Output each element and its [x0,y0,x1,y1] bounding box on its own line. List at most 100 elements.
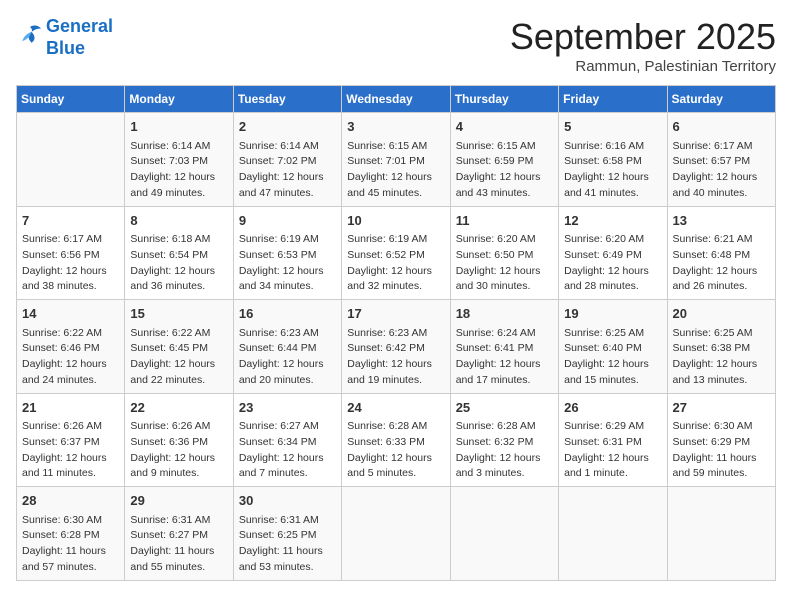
day-number: 10 [347,211,444,231]
title-area: September 2025 Rammun, Palestinian Terri… [510,16,776,75]
day-number: 22 [130,398,227,418]
month-title: September 2025 [510,16,776,58]
calendar-cell: 22Sunrise: 6:26 AM Sunset: 6:36 PM Dayli… [125,393,233,487]
day-info: Sunrise: 6:14 AM Sunset: 7:02 PM Dayligh… [239,139,336,202]
day-info: Sunrise: 6:16 AM Sunset: 6:58 PM Dayligh… [564,139,661,202]
calendar-cell: 1Sunrise: 6:14 AM Sunset: 7:03 PM Daylig… [125,113,233,207]
day-number: 21 [22,398,119,418]
day-number: 29 [130,491,227,511]
day-info: Sunrise: 6:22 AM Sunset: 6:46 PM Dayligh… [22,326,119,389]
day-info: Sunrise: 6:30 AM Sunset: 6:28 PM Dayligh… [22,513,119,576]
logo: General Blue [16,16,113,59]
calendar-cell: 29Sunrise: 6:31 AM Sunset: 6:27 PM Dayli… [125,487,233,581]
logo-text-line1: General [46,16,113,38]
column-header-friday: Friday [559,86,667,113]
calendar-table: SundayMondayTuesdayWednesdayThursdayFrid… [16,85,776,581]
calendar-cell: 9Sunrise: 6:19 AM Sunset: 6:53 PM Daylig… [233,206,341,300]
calendar-row-2: 14Sunrise: 6:22 AM Sunset: 6:46 PM Dayli… [17,300,776,394]
calendar-cell: 8Sunrise: 6:18 AM Sunset: 6:54 PM Daylig… [125,206,233,300]
calendar-cell: 6Sunrise: 6:17 AM Sunset: 6:57 PM Daylig… [667,113,775,207]
calendar-cell: 18Sunrise: 6:24 AM Sunset: 6:41 PM Dayli… [450,300,558,394]
calendar-cell: 16Sunrise: 6:23 AM Sunset: 6:44 PM Dayli… [233,300,341,394]
day-number: 19 [564,304,661,324]
day-number: 23 [239,398,336,418]
day-number: 15 [130,304,227,324]
day-info: Sunrise: 6:20 AM Sunset: 6:49 PM Dayligh… [564,232,661,295]
day-info: Sunrise: 6:27 AM Sunset: 6:34 PM Dayligh… [239,419,336,482]
calendar-cell: 23Sunrise: 6:27 AM Sunset: 6:34 PM Dayli… [233,393,341,487]
logo-text-line2: Blue [46,38,113,60]
calendar-cell: 7Sunrise: 6:17 AM Sunset: 6:56 PM Daylig… [17,206,125,300]
logo-bird-icon [16,21,44,49]
day-number: 5 [564,117,661,137]
day-number: 26 [564,398,661,418]
day-number: 1 [130,117,227,137]
day-info: Sunrise: 6:26 AM Sunset: 6:37 PM Dayligh… [22,419,119,482]
day-number: 9 [239,211,336,231]
day-number: 16 [239,304,336,324]
column-header-monday: Monday [125,86,233,113]
day-info: Sunrise: 6:20 AM Sunset: 6:50 PM Dayligh… [456,232,553,295]
day-info: Sunrise: 6:31 AM Sunset: 6:25 PM Dayligh… [239,513,336,576]
calendar-row-1: 7Sunrise: 6:17 AM Sunset: 6:56 PM Daylig… [17,206,776,300]
day-info: Sunrise: 6:18 AM Sunset: 6:54 PM Dayligh… [130,232,227,295]
calendar-cell [667,487,775,581]
calendar-header-row: SundayMondayTuesdayWednesdayThursdayFrid… [17,86,776,113]
day-info: Sunrise: 6:28 AM Sunset: 6:33 PM Dayligh… [347,419,444,482]
calendar-cell: 17Sunrise: 6:23 AM Sunset: 6:42 PM Dayli… [342,300,450,394]
column-header-tuesday: Tuesday [233,86,341,113]
day-info: Sunrise: 6:17 AM Sunset: 6:56 PM Dayligh… [22,232,119,295]
day-info: Sunrise: 6:29 AM Sunset: 6:31 PM Dayligh… [564,419,661,482]
day-number: 14 [22,304,119,324]
day-info: Sunrise: 6:15 AM Sunset: 6:59 PM Dayligh… [456,139,553,202]
calendar-cell [450,487,558,581]
calendar-row-3: 21Sunrise: 6:26 AM Sunset: 6:37 PM Dayli… [17,393,776,487]
calendar-cell: 30Sunrise: 6:31 AM Sunset: 6:25 PM Dayli… [233,487,341,581]
day-number: 25 [456,398,553,418]
calendar-cell: 14Sunrise: 6:22 AM Sunset: 6:46 PM Dayli… [17,300,125,394]
location-title: Rammun, Palestinian Territory [510,58,776,75]
day-info: Sunrise: 6:23 AM Sunset: 6:44 PM Dayligh… [239,326,336,389]
day-number: 4 [456,117,553,137]
calendar-cell: 27Sunrise: 6:30 AM Sunset: 6:29 PM Dayli… [667,393,775,487]
day-number: 18 [456,304,553,324]
day-info: Sunrise: 6:28 AM Sunset: 6:32 PM Dayligh… [456,419,553,482]
calendar-cell [559,487,667,581]
day-number: 24 [347,398,444,418]
calendar-cell [342,487,450,581]
day-number: 11 [456,211,553,231]
day-number: 2 [239,117,336,137]
day-info: Sunrise: 6:23 AM Sunset: 6:42 PM Dayligh… [347,326,444,389]
day-info: Sunrise: 6:19 AM Sunset: 6:53 PM Dayligh… [239,232,336,295]
calendar-row-0: 1Sunrise: 6:14 AM Sunset: 7:03 PM Daylig… [17,113,776,207]
day-info: Sunrise: 6:25 AM Sunset: 6:40 PM Dayligh… [564,326,661,389]
day-number: 8 [130,211,227,231]
day-number: 7 [22,211,119,231]
day-number: 28 [22,491,119,511]
calendar-cell: 24Sunrise: 6:28 AM Sunset: 6:33 PM Dayli… [342,393,450,487]
calendar-cell: 28Sunrise: 6:30 AM Sunset: 6:28 PM Dayli… [17,487,125,581]
day-number: 3 [347,117,444,137]
day-number: 12 [564,211,661,231]
calendar-row-4: 28Sunrise: 6:30 AM Sunset: 6:28 PM Dayli… [17,487,776,581]
calendar-cell: 13Sunrise: 6:21 AM Sunset: 6:48 PM Dayli… [667,206,775,300]
calendar-cell: 5Sunrise: 6:16 AM Sunset: 6:58 PM Daylig… [559,113,667,207]
day-number: 30 [239,491,336,511]
column-header-thursday: Thursday [450,86,558,113]
day-info: Sunrise: 6:24 AM Sunset: 6:41 PM Dayligh… [456,326,553,389]
day-number: 27 [673,398,770,418]
day-number: 6 [673,117,770,137]
calendar-cell [17,113,125,207]
day-info: Sunrise: 6:22 AM Sunset: 6:45 PM Dayligh… [130,326,227,389]
day-info: Sunrise: 6:19 AM Sunset: 6:52 PM Dayligh… [347,232,444,295]
calendar-cell: 21Sunrise: 6:26 AM Sunset: 6:37 PM Dayli… [17,393,125,487]
calendar-cell: 4Sunrise: 6:15 AM Sunset: 6:59 PM Daylig… [450,113,558,207]
calendar-cell: 19Sunrise: 6:25 AM Sunset: 6:40 PM Dayli… [559,300,667,394]
day-info: Sunrise: 6:31 AM Sunset: 6:27 PM Dayligh… [130,513,227,576]
calendar-cell: 11Sunrise: 6:20 AM Sunset: 6:50 PM Dayli… [450,206,558,300]
day-number: 13 [673,211,770,231]
day-info: Sunrise: 6:14 AM Sunset: 7:03 PM Dayligh… [130,139,227,202]
calendar-cell: 20Sunrise: 6:25 AM Sunset: 6:38 PM Dayli… [667,300,775,394]
calendar-cell: 15Sunrise: 6:22 AM Sunset: 6:45 PM Dayli… [125,300,233,394]
day-info: Sunrise: 6:25 AM Sunset: 6:38 PM Dayligh… [673,326,770,389]
